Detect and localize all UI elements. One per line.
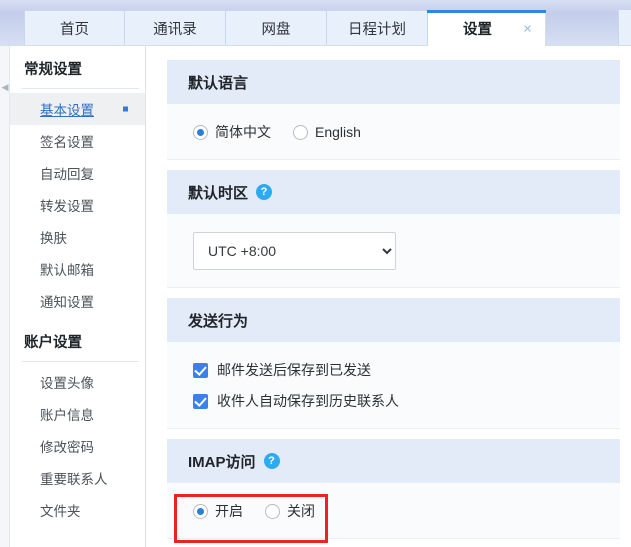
tab-home-label: 首页 — [60, 18, 89, 39]
checkbox-icon-checked[interactable] — [193, 363, 208, 378]
sidebar-item-label: 基本设置 — [40, 99, 94, 119]
tab-contacts-label: 通讯录 — [153, 18, 197, 39]
language-option-simplified-chinese[interactable]: 简体中文 — [193, 122, 271, 142]
tabstrip-tail — [618, 10, 631, 46]
checkbox-icon-checked[interactable] — [193, 394, 208, 409]
timezone-select[interactable]: UTC +8:00 — [193, 232, 396, 270]
tab-schedule[interactable]: 日程计划 — [327, 10, 428, 46]
sidebar-item-basic-settings[interactable]: 基本设置 — [10, 93, 145, 125]
language-radio-group: 简体中文 English — [193, 122, 620, 142]
settings-sidebar: 常规设置 基本设置 签名设置 自动回复 转发设置 换肤 默认邮箱 通知设置 账户… — [10, 46, 146, 547]
radio-icon[interactable] — [265, 504, 280, 519]
sidebar-item-label: 通知设置 — [40, 291, 94, 311]
imap-option-label: 关闭 — [287, 501, 315, 521]
sidebar-item-label: 签名设置 — [40, 131, 94, 151]
language-option-english[interactable]: English — [293, 124, 361, 140]
sidebar-collapse-icon[interactable]: ◀ — [1, 74, 9, 100]
settings-content: 默认语言 简体中文 English 默认时区 — [147, 46, 631, 547]
radio-icon-selected[interactable] — [193, 504, 208, 519]
panel-header: 默认时区 ? — [167, 170, 620, 214]
checkbox-auto-save-recipients[interactable]: 收件人自动保存到历史联系人 — [193, 391, 620, 411]
checkbox-label: 邮件发送后保存到已发送 — [217, 360, 371, 380]
imap-radio-group: 开启 关闭 — [193, 501, 620, 521]
checkbox-label: 收件人自动保存到历史联系人 — [217, 391, 399, 411]
tab-netdisk[interactable]: 网盘 — [226, 10, 327, 46]
sidebar-group-title-account: 账户设置 — [10, 331, 145, 361]
panel-title-timezone: 默认时区 — [188, 182, 248, 203]
imap-option-on[interactable]: 开启 — [193, 501, 243, 521]
checkbox-save-sent-mail[interactable]: 邮件发送后保存到已发送 — [193, 360, 620, 380]
sidebar-item-label: 文件夹 — [40, 500, 81, 520]
panel-header: 发送行为 — [167, 298, 620, 342]
panel-send-behavior: 发送行为 邮件发送后保存到已发送 收件人自动保存到历史联系人 — [167, 298, 620, 429]
panel-body: 简体中文 English — [167, 104, 620, 160]
tab-bar: 首页 通讯录 网盘 日程计划 设置 × — [24, 10, 546, 46]
panel-imap-access: IMAP访问 ? 开启 关闭 — [167, 439, 620, 539]
sidebar-item-set-avatar[interactable]: 设置头像 — [10, 366, 145, 398]
help-icon[interactable]: ? — [256, 184, 272, 200]
panel-gap — [167, 288, 620, 298]
tab-schedule-label: 日程计划 — [348, 18, 406, 39]
sidebar-item-label: 转发设置 — [40, 195, 94, 215]
panel-gap — [167, 160, 620, 170]
tab-netdisk-label: 网盘 — [262, 18, 291, 39]
sidebar-item-label: 重要联系人 — [40, 468, 108, 488]
sidebar-item-notification-settings[interactable]: 通知设置 — [10, 285, 145, 317]
sidebar-item-default-mailbox[interactable]: 默认邮箱 — [10, 253, 145, 285]
close-icon[interactable]: × — [520, 21, 535, 36]
radio-icon-selected[interactable] — [193, 125, 208, 140]
panel-title-send-behavior: 发送行为 — [188, 310, 248, 331]
language-option-label: English — [315, 124, 361, 140]
panel-header: 默认语言 — [167, 60, 620, 104]
tab-contacts[interactable]: 通讯录 — [125, 10, 226, 46]
sidebar-item-important-contacts[interactable]: 重要联系人 — [10, 462, 145, 494]
sidebar-item-label: 换肤 — [40, 227, 67, 247]
sidebar-item-account-info[interactable]: 账户信息 — [10, 398, 145, 430]
sidebar-item-label: 修改密码 — [40, 436, 94, 456]
sidebar-item-skin[interactable]: 换肤 — [10, 221, 145, 253]
language-option-label: 简体中文 — [215, 122, 271, 142]
panel-gap — [167, 429, 620, 439]
sidebar-group-gap — [10, 317, 145, 331]
tab-settings-label: 设置 — [463, 18, 492, 39]
panel-body: UTC +8:00 — [167, 214, 620, 288]
panel-header: IMAP访问 ? — [167, 439, 620, 483]
imap-option-label: 开启 — [215, 501, 243, 521]
sidebar-item-label: 自动回复 — [40, 163, 94, 183]
sidebar-item-label: 设置头像 — [40, 372, 94, 392]
panel-default-timezone: 默认时区 ? UTC +8:00 — [167, 170, 620, 288]
panel-title-language: 默认语言 — [188, 72, 248, 93]
sidebar-item-label: 默认邮箱 — [40, 259, 94, 279]
active-marker-dot — [123, 107, 128, 112]
tab-home[interactable]: 首页 — [24, 10, 125, 46]
left-rail: ◀ — [0, 46, 10, 547]
sidebar-group-title-general: 常规设置 — [10, 58, 145, 88]
sidebar-divider-account — [22, 361, 139, 362]
imap-option-off[interactable]: 关闭 — [265, 501, 315, 521]
sidebar-item-label: 账户信息 — [40, 404, 94, 424]
app-window: 首页 通讯录 网盘 日程计划 设置 × ◀ 常规设置 基本设置 签名设置 自动回… — [0, 0, 631, 547]
sidebar-divider-general — [22, 88, 139, 89]
sidebar-item-forward-settings[interactable]: 转发设置 — [10, 189, 145, 221]
sidebar-item-auto-reply[interactable]: 自动回复 — [10, 157, 145, 189]
panel-body: 开启 关闭 — [167, 483, 620, 539]
help-icon[interactable]: ? — [264, 453, 280, 469]
panel-title-imap: IMAP访问 — [188, 451, 256, 472]
sidebar-item-folders[interactable]: 文件夹 — [10, 494, 145, 526]
radio-icon[interactable] — [293, 125, 308, 140]
panel-body: 邮件发送后保存到已发送 收件人自动保存到历史联系人 — [167, 342, 620, 429]
tab-settings[interactable]: 设置 × — [428, 10, 546, 46]
panel-default-language: 默认语言 简体中文 English — [167, 60, 620, 160]
sidebar-item-signature-settings[interactable]: 签名设置 — [10, 125, 145, 157]
sidebar-item-change-password[interactable]: 修改密码 — [10, 430, 145, 462]
